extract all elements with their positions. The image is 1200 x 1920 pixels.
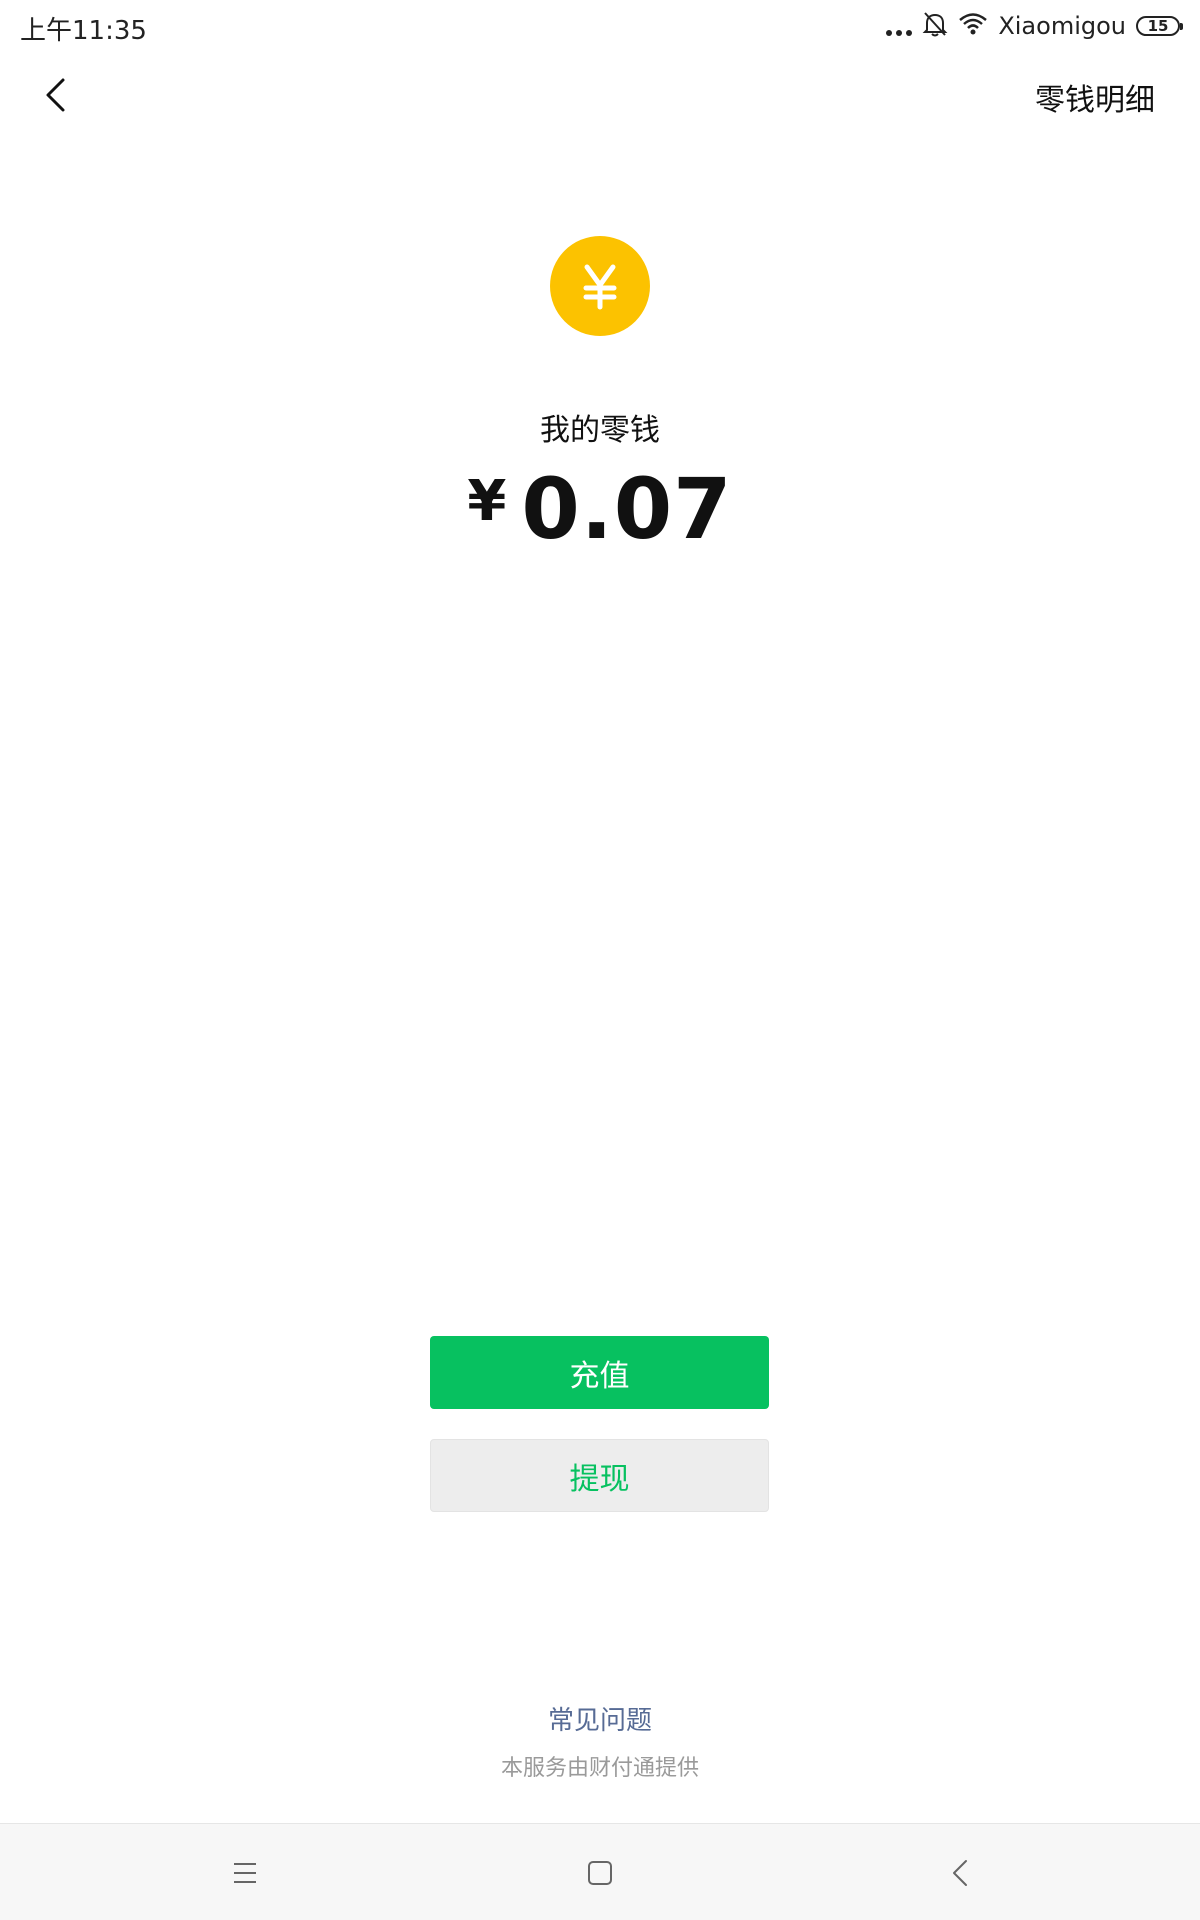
service-provider-note: 本服务由财付通提供 <box>500 1756 699 1781</box>
system-nav-bar <box>0 1823 1200 1920</box>
nav-bar: 零钱明细 <box>0 55 1200 135</box>
battery-icon: 15 <box>1136 16 1183 36</box>
status-time: 上午11:35 <box>20 16 147 46</box>
chevron-left-icon <box>46 78 65 112</box>
home-square-icon <box>588 1861 612 1885</box>
wifi-icon <box>958 12 988 40</box>
recharge-button[interactable]: 充值 <box>430 1336 769 1409</box>
recharge-button-label: 充值 <box>569 1358 630 1394</box>
system-menu-button[interactable] <box>220 1848 270 1898</box>
mute-bell-icon <box>922 10 948 42</box>
faq-link[interactable]: 常见问题 <box>0 1700 1200 1737</box>
back-button[interactable] <box>30 70 80 120</box>
system-home-button[interactable] <box>575 1848 625 1898</box>
more-notifications-icon <box>886 16 913 36</box>
menu-icon <box>234 1863 256 1883</box>
withdraw-button[interactable]: 提现 <box>430 1439 769 1512</box>
balance-value: 0.07 <box>521 460 733 558</box>
currency-symbol: ¥ <box>467 469 508 534</box>
chevron-left-icon <box>953 1860 967 1886</box>
change-details-link[interactable]: 零钱明细 <box>1035 75 1155 119</box>
balance-amount: ¥0.07 <box>0 460 1200 558</box>
system-back-button[interactable] <box>935 1848 985 1898</box>
carrier-name: Xiaomigou <box>998 12 1126 40</box>
yuan-coin-icon <box>550 236 650 336</box>
withdraw-button-label: 提现 <box>569 1461 630 1497</box>
status-bar: 上午11:35 Xiaomigou 15 <box>0 0 1200 55</box>
balance-label: 我的零钱 <box>540 413 660 448</box>
battery-level: 15 <box>1147 16 1169 35</box>
status-right: Xiaomigou 15 <box>886 10 1183 42</box>
